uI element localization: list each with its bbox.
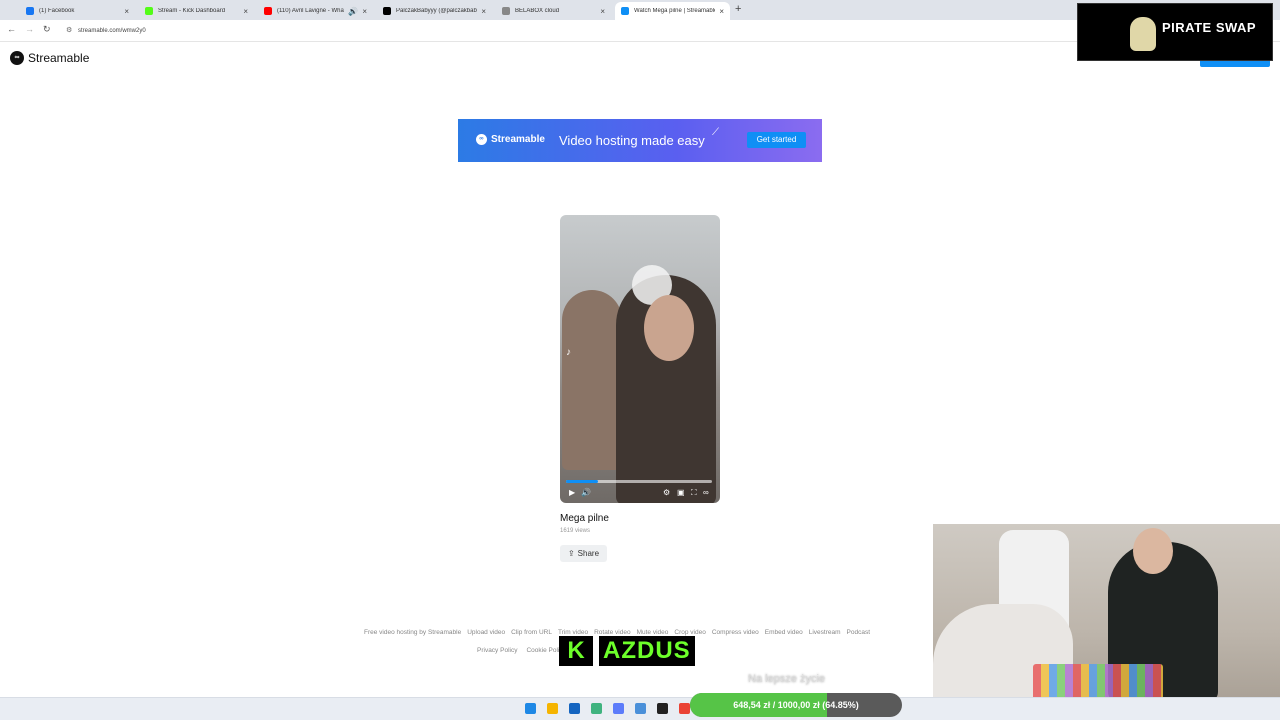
- sponsor-overlay: PIRATE SWAP: [1077, 3, 1273, 61]
- footer-link[interactable]: Mute video: [637, 629, 669, 636]
- share-label: Share: [577, 549, 600, 558]
- video-title: Mega pilne: [560, 513, 609, 524]
- chrome-icon[interactable]: [679, 703, 690, 714]
- tab-tiktok[interactable]: PalczakBabyyy (@palczakbaby ×: [377, 2, 492, 20]
- video-frame-face: [644, 295, 694, 361]
- footer-link[interactable]: Privacy Policy: [477, 647, 517, 654]
- video-frame-person-left: [562, 290, 622, 470]
- facebook-favicon-icon: [26, 7, 34, 15]
- footer-link[interactable]: Trim video: [558, 629, 588, 636]
- volume-icon[interactable]: 🔊: [581, 488, 591, 497]
- banner-brand: Streamable: [491, 134, 545, 145]
- mail-icon[interactable]: [569, 703, 580, 714]
- tab-title: Stream - Kick Dashboard: [158, 8, 226, 14]
- get-started-button[interactable]: Get started: [747, 132, 806, 148]
- youtube-favicon-icon: [264, 7, 272, 15]
- footer-link[interactable]: Embed video: [765, 629, 803, 636]
- close-tab-icon[interactable]: ×: [243, 7, 248, 16]
- play-icon[interactable]: ▶: [569, 488, 575, 497]
- window-icon[interactable]: [635, 703, 646, 714]
- donation-goal-text: 648,54 zł / 1000,00 zł (64.85%): [733, 700, 859, 710]
- tab-youtube[interactable]: (110) Avril Lavigne - What 🔊 ×: [258, 2, 373, 20]
- donation-goal-bar: 648,54 zł / 1000,00 zł (64.85%): [690, 693, 902, 717]
- footer-link[interactable]: Free video hosting by Streamable: [364, 629, 461, 636]
- streamable-logo-icon: ∞: [10, 51, 24, 65]
- footer-link[interactable]: Crop video: [674, 629, 705, 636]
- video-views: 1619 views: [560, 528, 591, 534]
- forward-arrow-icon[interactable]: →: [25, 24, 34, 34]
- sponsor-name: PIRATE SWAP: [1162, 20, 1257, 35]
- tab-streamable[interactable]: Watch Mega pilne | Streamable ×: [615, 2, 730, 20]
- tab-belabox[interactable]: BELABOX cloud ×: [496, 2, 611, 20]
- kick-favicon-icon: [145, 7, 153, 15]
- share-button[interactable]: ⇪ Share: [560, 545, 607, 562]
- close-tab-icon[interactable]: ×: [481, 7, 486, 16]
- footer-link[interactable]: Compress video: [712, 629, 759, 636]
- promo-banner[interactable]: ∞ Streamable Video hosting made easy ⟋ G…: [458, 119, 822, 162]
- mute-tab-icon[interactable]: 🔊: [348, 7, 358, 16]
- footer-link[interactable]: Upload video: [467, 629, 505, 636]
- video-player[interactable]: ♪ ▶ 🔊 ⚙ ▣ ⛶ ∞: [560, 215, 720, 503]
- reload-icon[interactable]: ↻: [43, 24, 51, 35]
- kazdus-overlay: K AZDUS: [559, 636, 695, 666]
- settings-icon[interactable]: ⚙: [663, 488, 670, 497]
- new-tab-button[interactable]: +: [735, 3, 741, 15]
- close-tab-icon[interactable]: ×: [362, 7, 367, 16]
- video-progress-fill: [566, 480, 599, 483]
- tiktok-watermark-icon: ♪: [566, 347, 571, 358]
- tiktok-favicon-icon: [383, 7, 391, 15]
- pirate-skull-icon: [1130, 17, 1156, 51]
- file-explorer-icon[interactable]: [547, 703, 558, 714]
- copilot-icon[interactable]: [591, 703, 602, 714]
- screen: (1) Facebook × Stream - Kick Dashboard ×…: [0, 0, 1280, 720]
- banner-tagline: Video hosting made easy: [559, 133, 705, 148]
- globe-favicon-icon: [502, 7, 510, 15]
- tab-title: Watch Mega pilne | Streamable: [634, 8, 716, 14]
- obs-icon[interactable]: [657, 703, 668, 714]
- kazdus-rest: AZDUS: [599, 636, 695, 666]
- kazdus-k-letter: K: [559, 636, 593, 666]
- webcam-head: [1133, 528, 1173, 574]
- back-arrow-icon[interactable]: ←: [7, 24, 16, 34]
- address-bar-input[interactable]: ⚙ streamable.com/wmw2y0: [64, 23, 1064, 39]
- tab-kick-dashboard[interactable]: Stream - Kick Dashboard ×: [139, 2, 254, 20]
- close-tab-icon[interactable]: ×: [600, 7, 605, 16]
- fullscreen-icon[interactable]: ⛶: [691, 488, 697, 498]
- tab-title: (110) Avril Lavigne - What: [277, 8, 345, 14]
- banner-logo: ∞ Streamable: [476, 134, 545, 145]
- brand-name: Streamable: [28, 51, 90, 65]
- share-icon: ⇪: [567, 549, 575, 558]
- webcam-overlay: [933, 524, 1280, 720]
- streamable-favicon-icon: [621, 7, 629, 15]
- streamable-logo[interactable]: ∞ Streamable: [10, 51, 89, 65]
- picture-in-picture-icon[interactable]: ▣: [677, 488, 685, 497]
- close-tab-icon[interactable]: ×: [124, 7, 129, 16]
- streamable-logo-icon: ∞: [476, 134, 487, 145]
- stream-tagline: Na lepsze życie: [748, 673, 826, 685]
- footer-links-row-1: Free video hosting by Streamable Upload v…: [364, 629, 924, 636]
- footer-link[interactable]: Rotate video: [594, 629, 631, 636]
- site-info-icon[interactable]: ⚙: [66, 23, 72, 39]
- close-tab-icon[interactable]: ×: [719, 7, 724, 16]
- streamable-player-icon[interactable]: ∞: [703, 488, 709, 497]
- footer-link[interactable]: Podcast: [847, 629, 871, 636]
- footer-link[interactable]: Clip from URL: [511, 629, 552, 636]
- video-progress-bar[interactable]: [566, 480, 712, 483]
- tab-facebook[interactable]: (1) Facebook ×: [20, 2, 135, 20]
- tab-title: BELABOX cloud: [515, 8, 560, 14]
- tab-title: PalczakBabyyy (@palczakbaby: [396, 8, 478, 14]
- windows-start-icon[interactable]: [525, 703, 536, 714]
- tab-title: (1) Facebook: [39, 8, 75, 14]
- footer-link[interactable]: Livestream: [809, 629, 841, 636]
- notepad-icon[interactable]: [613, 703, 624, 714]
- sparkle-icon: ⟋: [712, 127, 719, 138]
- url-text: streamable.com/wmw2y0: [78, 28, 146, 34]
